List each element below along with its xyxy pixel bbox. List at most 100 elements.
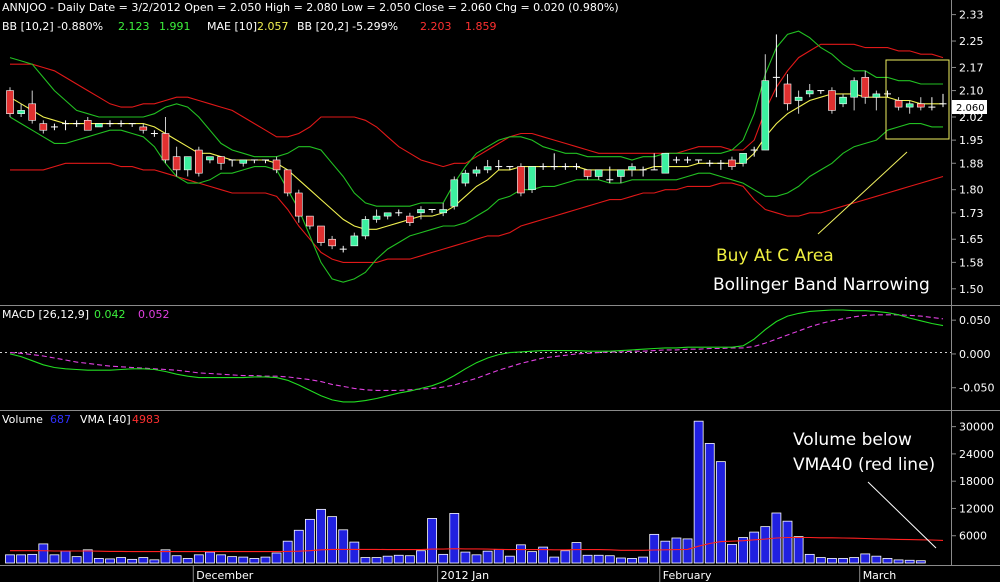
volume-bar	[116, 557, 126, 564]
price-y-tick: 1.65	[959, 233, 984, 246]
candle-up	[628, 166, 636, 171]
volume-bar	[71, 556, 82, 564]
annotation-volume-line1: Volume below	[793, 430, 912, 450]
candle-up	[528, 166, 536, 190]
volume-bar	[393, 554, 404, 564]
candle-up	[794, 96, 803, 101]
price-y-tick: 1.58	[959, 256, 984, 269]
volume-bar	[138, 557, 149, 564]
volume-bar	[5, 554, 15, 564]
volume-label: Volume	[2, 413, 43, 426]
price-y-tick: 1.95	[959, 134, 984, 147]
candle-down	[517, 166, 525, 194]
price-y-tick: 1.80	[959, 184, 984, 197]
macd-y-tick: 0.050	[959, 314, 991, 327]
volume-bar	[827, 558, 837, 564]
price-y-tick: 2.17	[959, 61, 984, 74]
volume-bar	[671, 537, 682, 564]
candle-down	[728, 159, 736, 167]
bb10-label: BB [10,2] -0.880%	[2, 20, 103, 33]
candle-up	[761, 80, 770, 151]
candle-down	[783, 83, 792, 105]
candle-down	[28, 103, 37, 121]
volume-bar	[549, 556, 560, 564]
volume-bar	[127, 558, 138, 564]
volume-bar	[682, 538, 693, 564]
volume-bar	[660, 540, 671, 564]
volume-bar	[615, 557, 626, 564]
candle-up	[850, 80, 858, 98]
volume-bar	[893, 559, 904, 564]
mae-value: 2.057	[257, 20, 289, 33]
candle-down	[139, 126, 148, 131]
candle-down	[317, 225, 325, 243]
volume-bar	[782, 520, 793, 564]
volume-bar	[571, 542, 582, 564]
candle-down	[828, 90, 836, 111]
volume-bar	[360, 557, 371, 564]
bb20-lower-value: 1.859	[465, 20, 497, 33]
volume-bar	[260, 556, 271, 564]
candle-up	[739, 153, 747, 164]
macd-y-tick: -0.050	[959, 382, 994, 395]
volume-bar	[860, 553, 871, 564]
candle-down	[916, 103, 925, 108]
volume-bar	[49, 554, 60, 564]
candle-down	[328, 238, 336, 247]
volume-bar	[627, 558, 637, 564]
volume-bar	[338, 529, 349, 564]
mae-label: MAE [10]	[207, 20, 257, 33]
candle-up	[905, 103, 914, 108]
price-y-tick: 2.25	[959, 35, 984, 48]
volume-bar	[504, 555, 515, 564]
volume-bar	[649, 533, 660, 564]
volume-bar	[82, 549, 93, 564]
volume-bar	[560, 550, 571, 564]
x-tick-label: March	[863, 569, 897, 582]
volume-bar	[871, 555, 882, 564]
volume-bar	[904, 559, 915, 564]
candle-down	[161, 133, 170, 161]
volume-bar	[604, 555, 615, 564]
candle-up	[661, 153, 670, 174]
candle-up	[439, 209, 447, 214]
bb10-upper-value: 2.123	[118, 20, 150, 33]
volume-bar	[793, 536, 804, 564]
candle-up	[95, 123, 103, 128]
volume-bar	[304, 518, 315, 564]
candle-down	[272, 159, 281, 171]
volume-bar	[471, 554, 482, 564]
volume-bar	[593, 554, 604, 564]
volume-bar	[527, 551, 537, 564]
volume-bar	[404, 555, 415, 564]
bb10-lower-value: 1.991	[159, 20, 191, 33]
candle-down	[6, 90, 14, 115]
price-y-tick: 1.88	[959, 157, 984, 170]
volume-bar	[704, 443, 715, 564]
candle-up	[372, 215, 381, 220]
volume-bar	[282, 540, 293, 564]
x-tick-label: 2012 Jan	[441, 569, 489, 582]
volume-bar	[449, 513, 460, 564]
volume-bar	[382, 555, 393, 564]
volume-bar	[582, 554, 593, 564]
candle-down	[861, 77, 870, 98]
bb20-upper-value: 2.203	[420, 20, 452, 33]
volume-bar	[271, 552, 282, 564]
candle-up	[183, 156, 192, 171]
candle-down	[83, 120, 92, 131]
volume-bar	[205, 551, 215, 564]
vma-value: 4983	[132, 413, 160, 426]
volume-bar	[60, 550, 71, 564]
volume-bar	[815, 557, 826, 564]
volume-bar	[838, 558, 848, 564]
candle-up	[839, 96, 847, 105]
last-price-tag: 2.060	[956, 103, 985, 114]
candle-down	[172, 156, 181, 171]
annotation-buy: Buy At C Area	[716, 246, 834, 266]
volume-bar	[349, 541, 360, 564]
volume-bar	[804, 553, 815, 564]
volume-bar	[171, 555, 182, 564]
candle-down	[39, 123, 48, 131]
volume-bar	[915, 560, 926, 564]
